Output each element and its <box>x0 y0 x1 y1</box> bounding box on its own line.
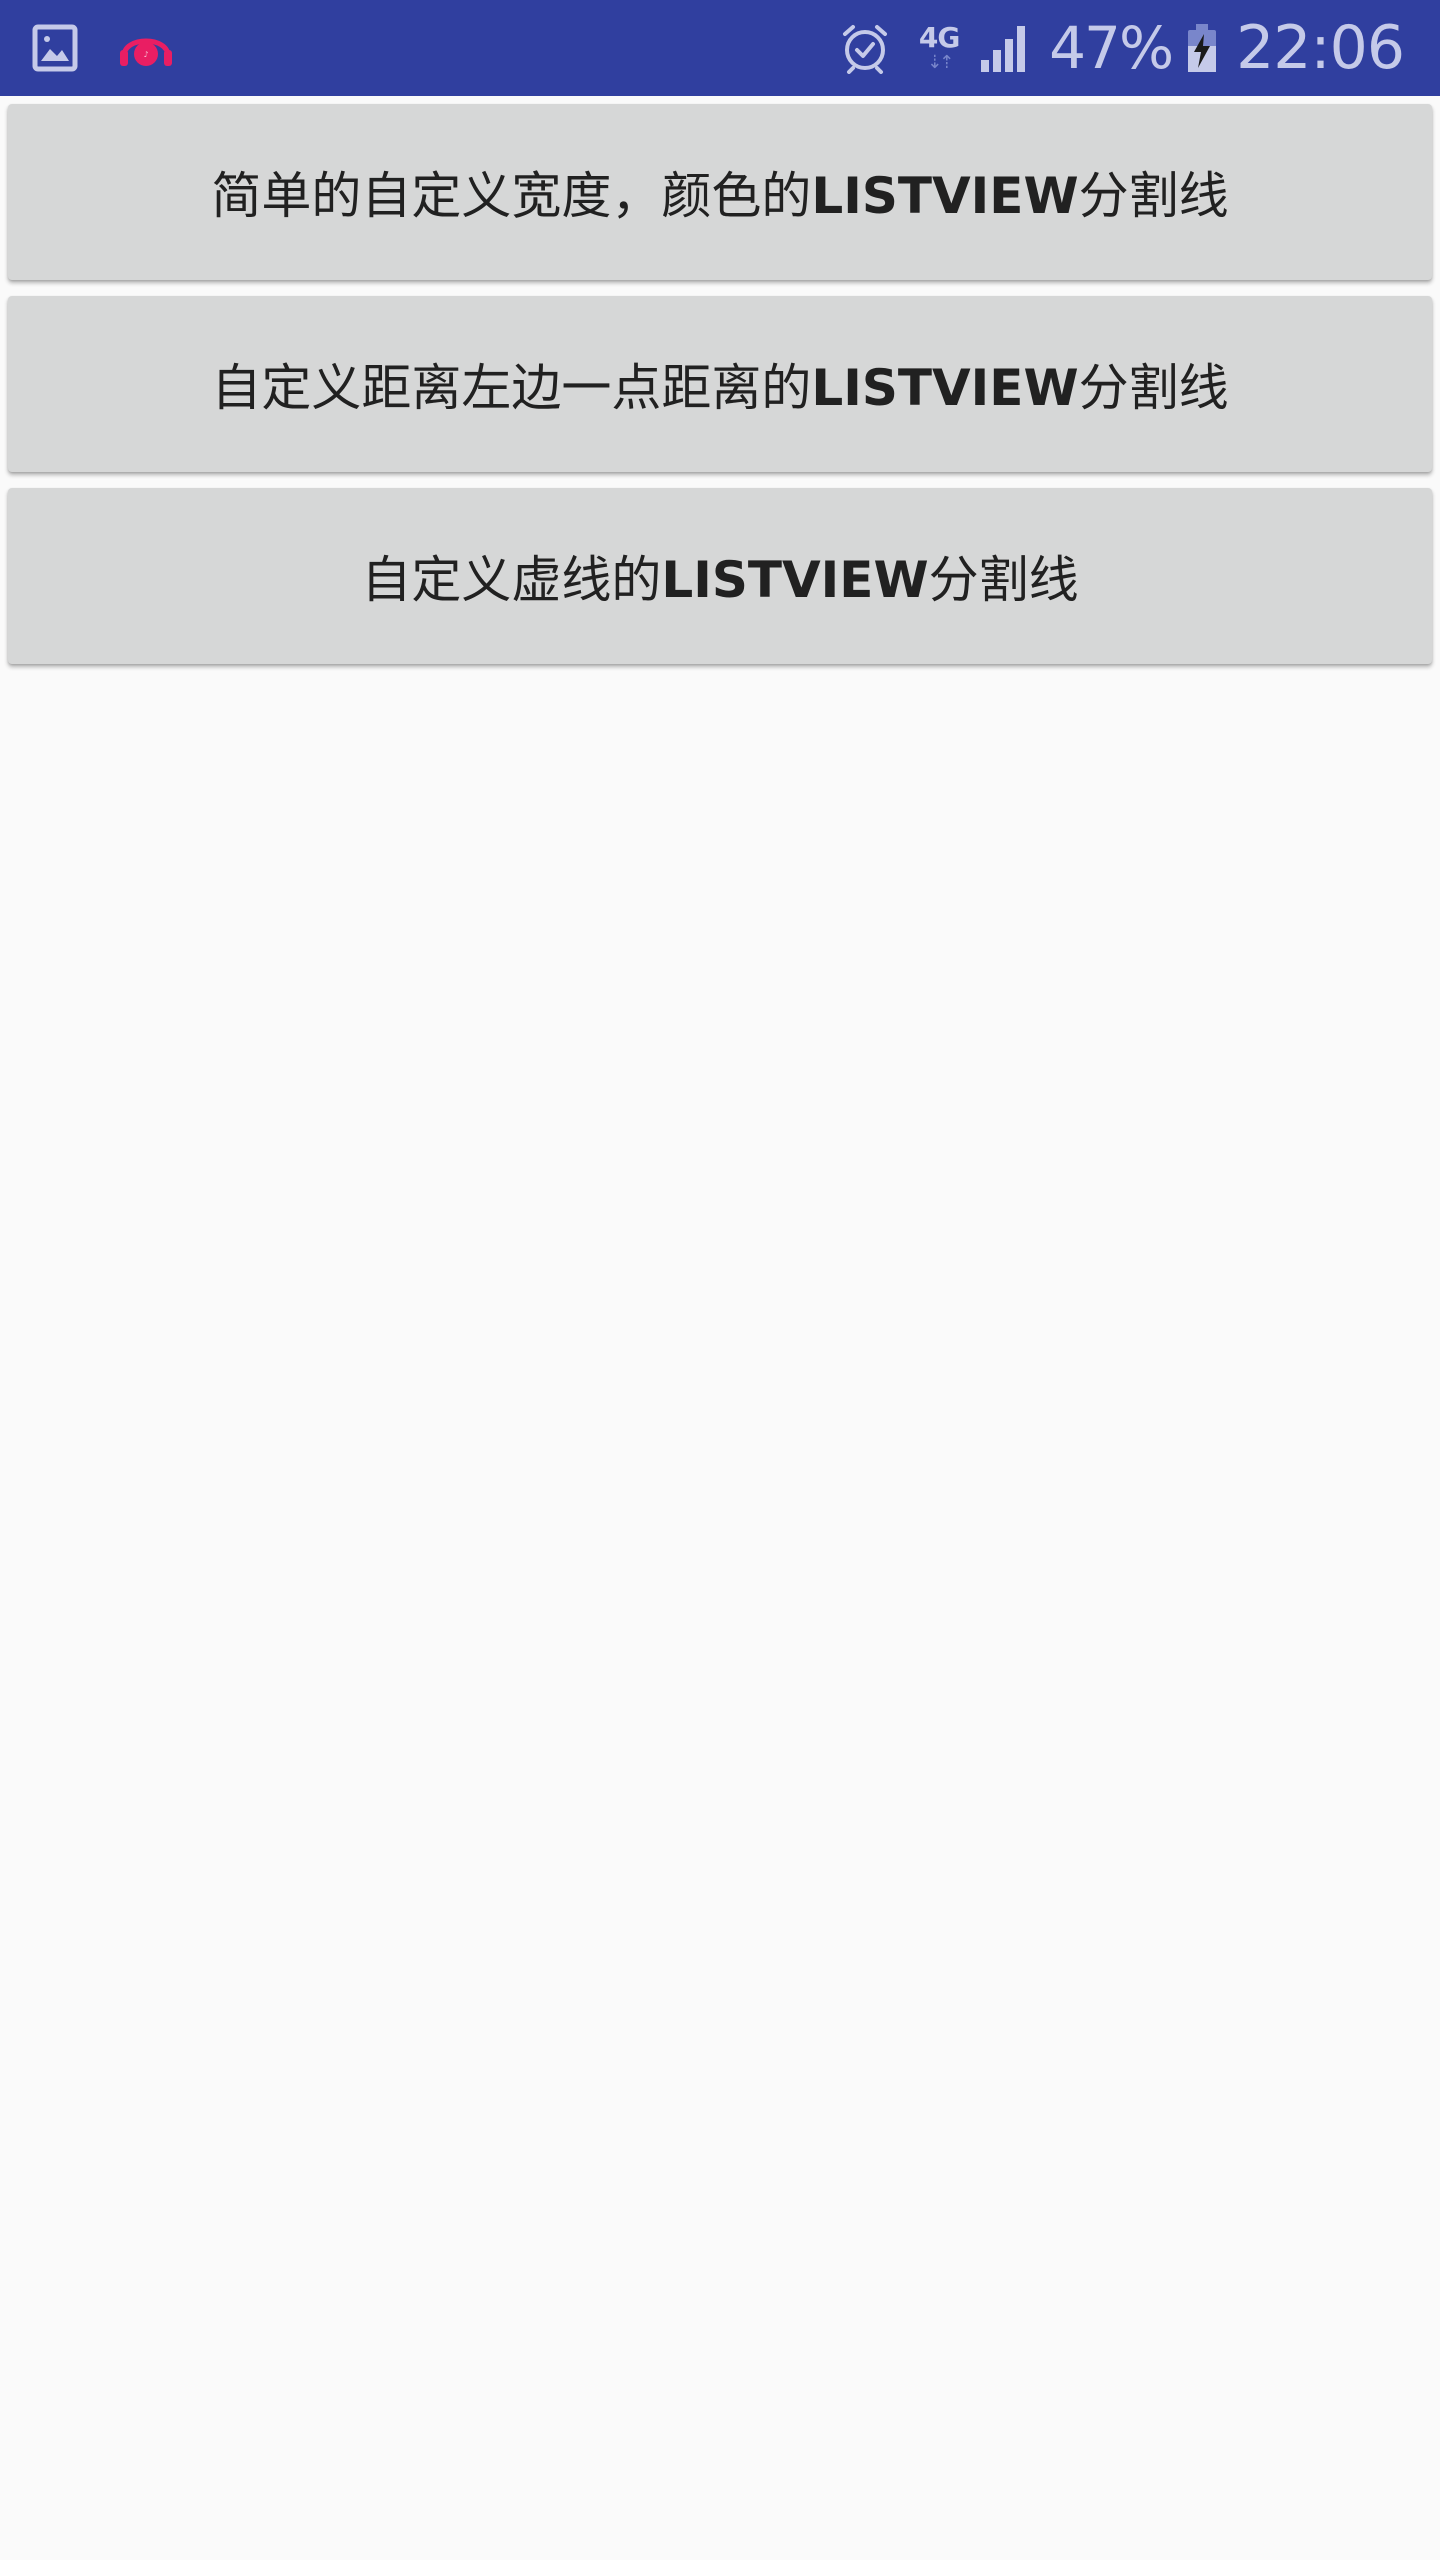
battery-charging-icon <box>1186 22 1218 74</box>
alarm-clock-icon <box>839 22 891 74</box>
svg-text:♪: ♪ <box>143 50 148 59</box>
label-prefix: 自定义虚线的 <box>361 551 662 609</box>
notification-icons: ♪ <box>32 18 176 78</box>
button-label: 自定义虚线的LISTVIEW分割线 <box>361 540 1078 612</box>
label-strong: LISTVIEW <box>811 167 1079 225</box>
left-inset-divider-button[interactable]: 自定义距离左边一点距离的LISTVIEW分割线 <box>8 296 1432 472</box>
button-label: 简单的自定义宽度，颜色的LISTVIEW分割线 <box>211 156 1228 228</box>
simple-divider-button[interactable]: 简单的自定义宽度，颜色的LISTVIEW分割线 <box>8 104 1432 280</box>
network-type-label: 4G <box>918 21 960 54</box>
button-label: 自定义距离左边一点距离的LISTVIEW分割线 <box>211 348 1228 420</box>
clock-time: 22:06 <box>1236 13 1405 83</box>
data-activity-arrows-icon: ⇣⇡ <box>927 52 954 73</box>
label-strong: LISTVIEW <box>811 359 1079 417</box>
music-headphones-icon: ♪ <box>116 26 176 70</box>
label-suffix: 分割线 <box>1078 359 1229 417</box>
label-prefix: 简单的自定义宽度，颜色的 <box>211 167 812 225</box>
label-suffix: 分割线 <box>1078 167 1229 225</box>
label-prefix: 自定义距离左边一点距离的 <box>211 359 812 417</box>
system-icons: 4G ⇣⇡ 47% 22:06 <box>839 0 1405 96</box>
label-suffix: 分割线 <box>928 551 1079 609</box>
label-strong: LISTVIEW <box>661 551 929 609</box>
status-bar: ♪ 4G ⇣⇡ 47% 22:06 <box>0 0 1440 96</box>
image-icon <box>32 23 78 73</box>
dashed-divider-button[interactable]: 自定义虚线的LISTVIEW分割线 <box>8 488 1432 664</box>
signal-strength-icon <box>979 22 1031 74</box>
battery-percent: 47% <box>1049 14 1174 82</box>
network-4g-icon: 4G ⇣⇡ <box>917 24 961 72</box>
